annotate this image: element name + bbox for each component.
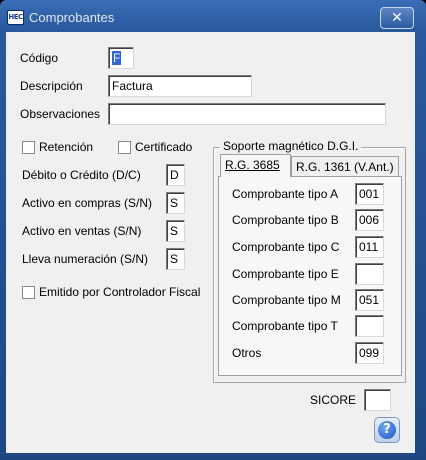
tipo-t-label: Comprobante tipo T xyxy=(232,319,338,333)
dialog-body: Código F Descripción Factura Observacion… xyxy=(6,32,415,453)
tab-rg-3685[interactable]: R.G. 3685 xyxy=(220,154,291,177)
retencion-checkbox-box[interactable] xyxy=(22,140,35,154)
emitido-controlador-checkbox[interactable]: Emitido por Controlador Fiscal xyxy=(22,285,200,299)
soporte-group-title: Soporte magnético D.G.I. xyxy=(220,139,362,153)
lleva-numeracion-label: Lleva numeración (S/N) xyxy=(22,252,149,266)
window-title: Comprobantes xyxy=(29,10,115,25)
tipo-m-label: Comprobante tipo M xyxy=(232,293,341,307)
codigo-label: Código xyxy=(20,51,59,65)
tab-rg-1361[interactable]: R.G. 1361 (V.Ant.) xyxy=(291,156,399,177)
tab-rg-3685-label: R.G. 3685 xyxy=(225,158,280,172)
tipo-e-field[interactable] xyxy=(355,263,384,285)
app-icon: HEC xyxy=(7,10,24,25)
tipo-a-field[interactable]: 001 xyxy=(355,183,384,205)
tipo-b-field[interactable]: 006 xyxy=(355,209,384,231)
retencion-label: Retención xyxy=(39,140,94,154)
otros-field[interactable]: 099 xyxy=(355,342,384,364)
activo-compras-label: Activo en compras (S/N) xyxy=(22,196,153,210)
certificado-checkbox-box[interactable] xyxy=(118,140,131,154)
tipo-c-field[interactable]: 011 xyxy=(355,236,384,258)
help-icon: ? xyxy=(378,421,396,439)
sicore-label: SICORE xyxy=(310,393,357,407)
descripcion-label: Descripción xyxy=(20,79,83,93)
emitido-controlador-label: Emitido por Controlador Fiscal xyxy=(39,285,201,299)
retencion-checkbox[interactable]: Retención xyxy=(22,140,93,154)
tipo-b-label: Comprobante tipo B xyxy=(232,213,339,227)
certificado-checkbox[interactable]: Certificado xyxy=(118,140,192,154)
observaciones-label: Observaciones xyxy=(20,107,101,121)
tipo-c-label: Comprobante tipo C xyxy=(232,240,340,254)
observaciones-field[interactable] xyxy=(108,103,386,125)
emitido-controlador-checkbox-box[interactable] xyxy=(22,285,35,299)
codigo-field[interactable]: F xyxy=(108,47,134,69)
tipo-m-field[interactable]: 051 xyxy=(355,289,384,311)
tipo-a-label: Comprobante tipo A xyxy=(232,187,339,201)
title-bar[interactable]: HEC Comprobantes ✕ xyxy=(0,0,426,32)
otros-label: Otros xyxy=(232,346,262,360)
activo-ventas-field[interactable]: S xyxy=(166,220,185,242)
descripcion-field[interactable]: Factura xyxy=(108,75,252,97)
activo-ventas-label: Activo en ventas (S/N) xyxy=(22,224,142,238)
certificado-label: Certificado xyxy=(135,140,193,154)
lleva-numeracion-field[interactable]: S xyxy=(166,248,185,270)
window-frame: HEC Comprobantes ✕ Código F Descripción … xyxy=(0,0,426,460)
sicore-field[interactable] xyxy=(364,389,391,411)
activo-compras-field[interactable]: S xyxy=(166,192,185,214)
debito-credito-field[interactable]: D xyxy=(166,164,185,186)
tipo-t-field[interactable] xyxy=(355,315,384,337)
debito-credito-label: Débito o Crédito (D/C) xyxy=(22,168,141,182)
help-button[interactable]: ? xyxy=(374,417,400,443)
tipo-e-label: Comprobante tipo E xyxy=(232,267,339,281)
codigo-value: F xyxy=(112,51,122,65)
close-button[interactable]: ✕ xyxy=(380,7,414,29)
